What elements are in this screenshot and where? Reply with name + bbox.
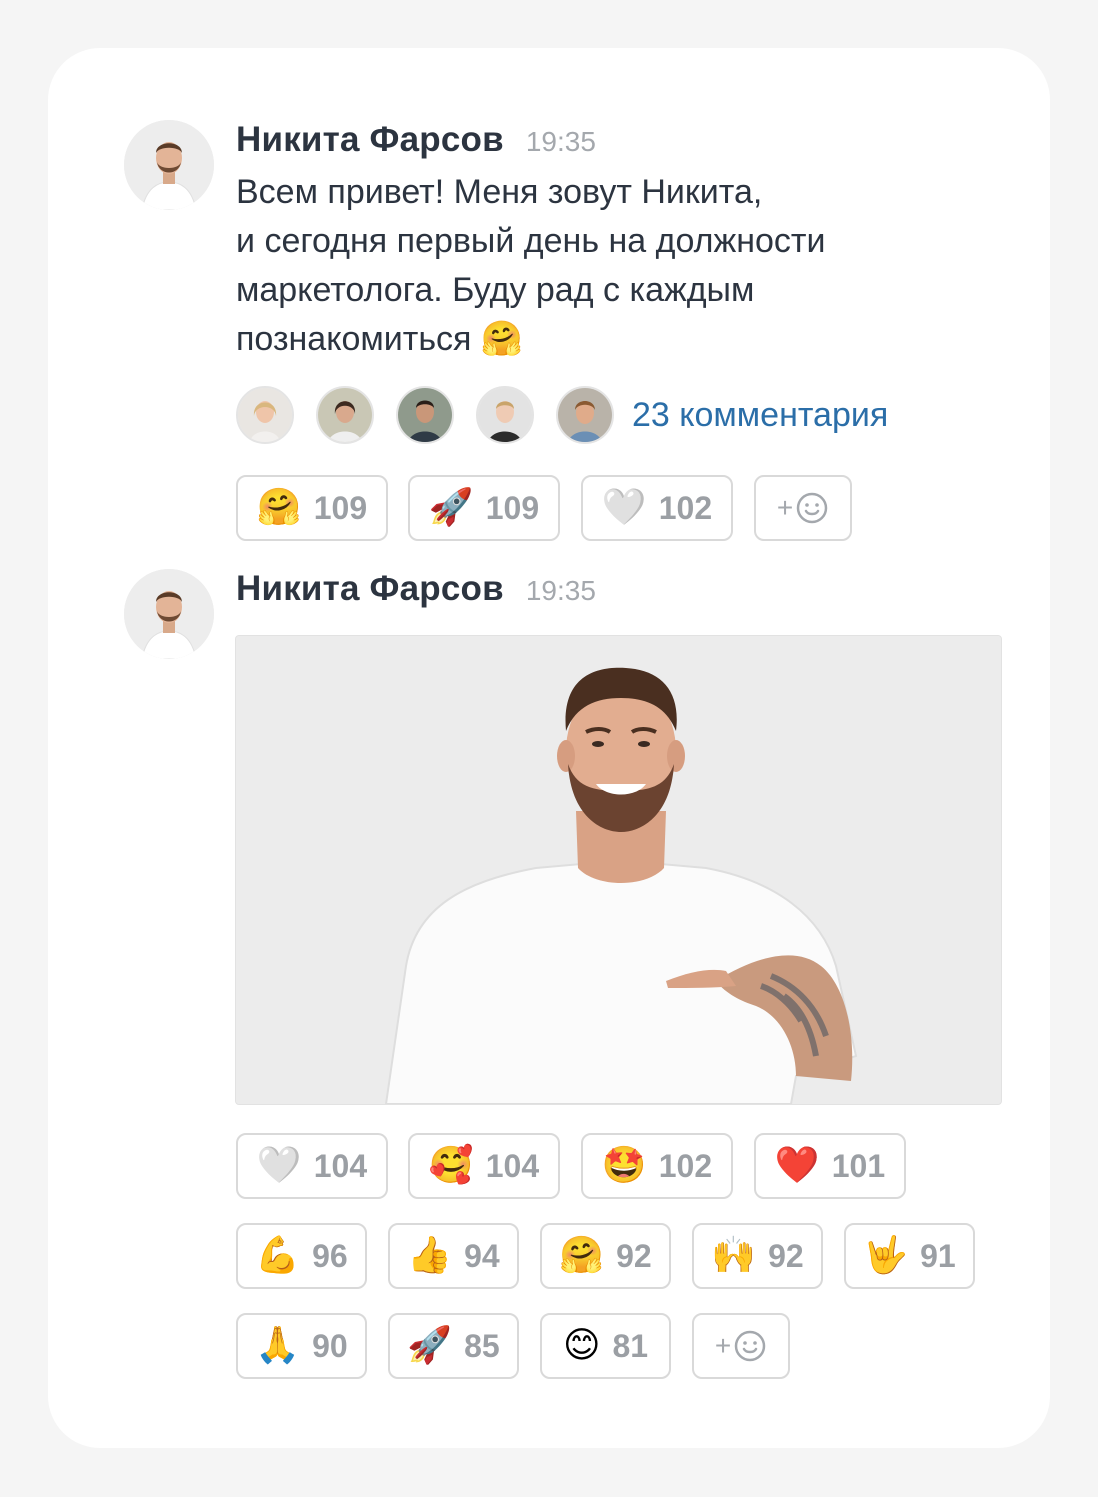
chat-card: Никита Фарсов 19:35 Всем привет! Меня зов… xyxy=(48,48,1050,1448)
message-text-line: Всем привет! Меня зовут Никита, xyxy=(236,173,763,211)
hugging-face-emoji: 🤗 xyxy=(480,320,524,358)
reaction-count: 90 xyxy=(312,1327,348,1364)
reaction-button[interactable]: 🙏 90 xyxy=(236,1313,367,1379)
plus-icon: + xyxy=(714,1330,732,1361)
commenter-avatar[interactable] xyxy=(316,386,374,444)
reaction-button[interactable]: 👍 94 xyxy=(388,1223,519,1289)
reaction-count: 101 xyxy=(831,1147,886,1184)
message-text-line-last: познакомиться 🤗 xyxy=(236,315,976,364)
reaction-button[interactable]: 🙌 92 xyxy=(692,1223,823,1289)
reaction-button[interactable]: 💪 96 xyxy=(236,1223,367,1289)
message-text-line: маркетолога. Буду рад с каждым xyxy=(236,271,755,309)
author-name[interactable]: Никита Фарсов xyxy=(236,120,504,159)
white-heart-emoji: 🤍 xyxy=(601,487,647,528)
reaction-button[interactable]: 🤍 102 xyxy=(581,475,733,541)
raising-hands-emoji: 🙌 xyxy=(711,1235,757,1276)
commenter-avatar[interactable] xyxy=(556,386,614,444)
smiling-face-with-hearts-emoji: 🥰 xyxy=(428,1145,474,1186)
comments-link[interactable]: 23 комментария xyxy=(632,396,888,435)
reaction-count: 109 xyxy=(313,489,368,526)
commenter-avatar[interactable] xyxy=(236,386,294,444)
reaction-button[interactable]: 😊 81 xyxy=(540,1313,671,1379)
message-header: Никита Фарсов 19:35 xyxy=(236,569,596,609)
reaction-count: 85 xyxy=(464,1327,500,1364)
flexed-biceps-emoji: 💪 xyxy=(255,1235,301,1276)
hugging-face-emoji: 🤗 xyxy=(559,1235,605,1276)
message-header: Никита Фарсов 19:35 xyxy=(236,120,596,160)
reaction-button[interactable]: 🥰 104 xyxy=(408,1133,560,1199)
reaction-count: 104 xyxy=(313,1147,368,1184)
commenters-row: 23 комментария xyxy=(236,385,888,445)
reaction-count: 102 xyxy=(658,489,713,526)
rocket-emoji: 🚀 xyxy=(428,487,474,528)
red-heart-emoji: ❤️ xyxy=(774,1145,820,1186)
reaction-button[interactable]: ❤️ 101 xyxy=(754,1133,906,1199)
commenter-avatar[interactable] xyxy=(476,386,534,444)
reaction-button[interactable]: 🤟 91 xyxy=(844,1223,975,1289)
add-reaction-button[interactable]: + xyxy=(692,1313,790,1379)
author-avatar[interactable] xyxy=(124,569,214,659)
reaction-button[interactable]: 🚀 85 xyxy=(388,1313,519,1379)
reaction-button[interactable]: 🤩 102 xyxy=(581,1133,733,1199)
message-text: Всем привет! Меня зовут Никита, и сегодн… xyxy=(236,168,976,364)
folded-hands-emoji: 🙏 xyxy=(255,1325,301,1366)
reaction-button[interactable]: 🤗 109 xyxy=(236,475,388,541)
reaction-button[interactable]: 🤗 92 xyxy=(540,1223,671,1289)
message-time: 19:35 xyxy=(525,126,596,157)
reaction-count: 109 xyxy=(485,489,540,526)
star-struck-emoji: 🤩 xyxy=(601,1145,647,1186)
smiley-icon xyxy=(734,1330,766,1362)
rocket-emoji: 🚀 xyxy=(407,1325,453,1366)
message-time: 19:35 xyxy=(525,575,596,606)
reaction-count: 96 xyxy=(312,1237,348,1274)
white-heart-emoji: 🤍 xyxy=(256,1145,302,1186)
smiley-icon xyxy=(796,492,828,524)
reaction-count: 92 xyxy=(768,1237,804,1274)
reaction-count: 81 xyxy=(612,1327,649,1364)
reaction-button[interactable]: 🚀 109 xyxy=(408,475,560,541)
reaction-count: 94 xyxy=(464,1237,500,1274)
add-reaction-button[interactable]: + xyxy=(754,475,852,541)
reaction-count: 104 xyxy=(485,1147,540,1184)
commenter-avatar[interactable] xyxy=(396,386,454,444)
reaction-count: 92 xyxy=(616,1237,652,1274)
author-avatar[interactable] xyxy=(124,120,214,210)
plus-icon: + xyxy=(776,492,794,523)
attached-photo[interactable] xyxy=(235,635,1002,1105)
reaction-button[interactable]: 🤍 104 xyxy=(236,1133,388,1199)
hugging-face-emoji: 🤗 xyxy=(256,487,302,528)
author-name[interactable]: Никита Фарсов xyxy=(236,569,504,608)
love-you-gesture-emoji: 🤟 xyxy=(863,1235,909,1276)
message-text-line: и сегодня первый день на должности xyxy=(236,222,826,260)
thumbs-up-emoji: 👍 xyxy=(407,1235,453,1276)
message-text-line: познакомиться xyxy=(236,320,472,358)
smiling-face-emoji: 😊 xyxy=(562,1325,601,1366)
reaction-count: 91 xyxy=(920,1237,956,1274)
reaction-count: 102 xyxy=(658,1147,713,1184)
